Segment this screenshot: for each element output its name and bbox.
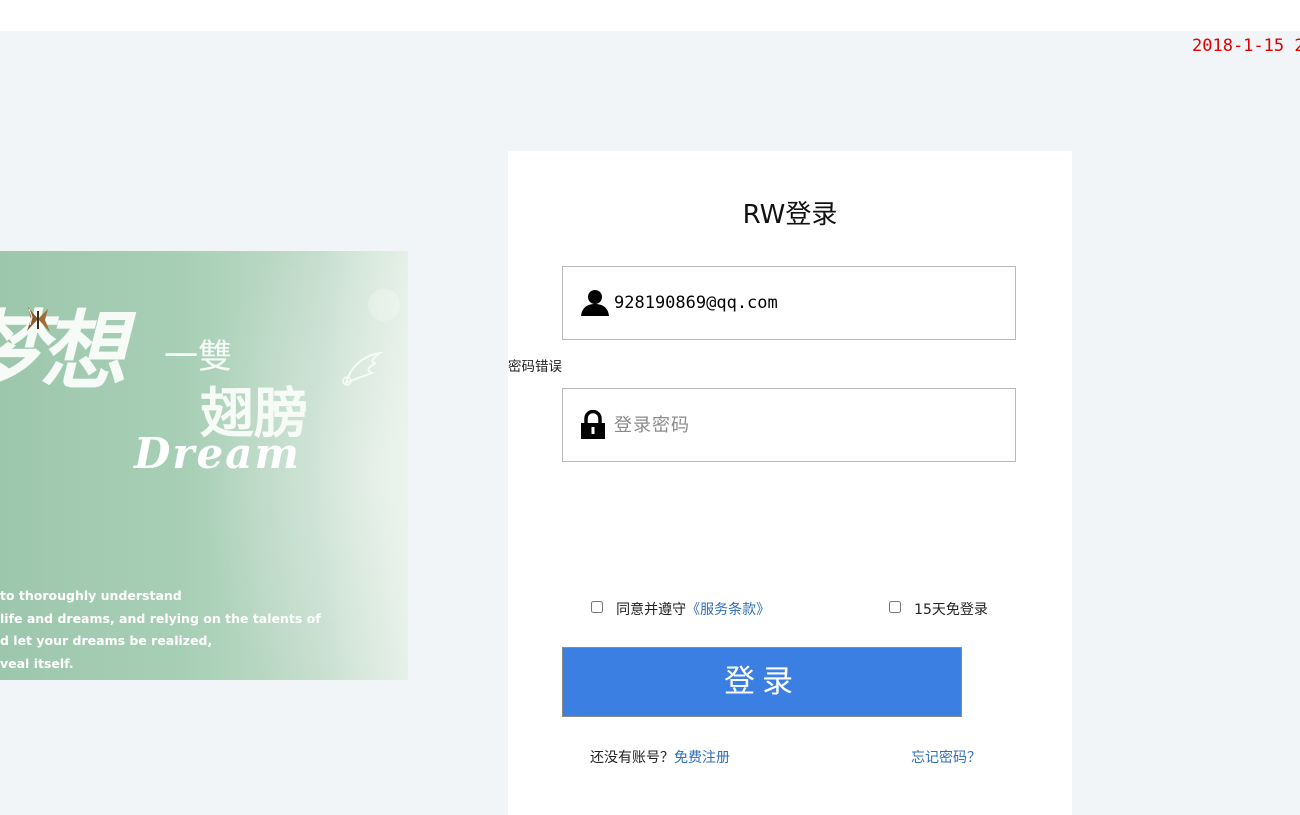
remember-me-label: 15天免登录 [914, 602, 988, 618]
password-input[interactable] [614, 389, 994, 461]
agree-terms-checkbox[interactable] [591, 600, 603, 613]
banner-bokeh [368, 289, 400, 321]
email-input[interactable] [614, 267, 994, 339]
terms-of-service-link[interactable]: 《服务条款》 [686, 602, 770, 618]
banner-english-line: life and dreams, and relying on the tale… [0, 610, 321, 626]
agree-terms-label: 同意并遵守 [616, 602, 687, 618]
banner-calligraphy-dream: 梦想 [0, 301, 126, 402]
datetime-display: 2018-1-15 2 [1192, 36, 1300, 56]
remember-me-row: 15天免登录 [889, 599, 988, 619]
banner-english-text: to thoroughly understand life and dreams… [0, 585, 321, 675]
banner-english-line: veal itself. [0, 655, 74, 671]
banner-english-line: to thoroughly understand [0, 588, 182, 603]
no-account-text: 还没有账号？ [590, 750, 674, 766]
user-icon [581, 290, 609, 316]
banner-english-line: d let your dreams be realized, [0, 633, 213, 648]
register-link[interactable]: 免费注册 [674, 750, 730, 766]
banner-dream-word: Dream [134, 429, 301, 478]
lock-icon [581, 410, 605, 439]
butterfly-icon [27, 307, 50, 332]
password-field-box[interactable] [562, 388, 1016, 462]
login-card: RW登录 密码错误 同意并遵守《服务条款》 15天免登录 登录 还没有账号？免费… [508, 151, 1072, 815]
login-title: RW登录 [742, 200, 838, 230]
agree-terms-row: 同意并遵守《服务条款》 [591, 599, 770, 619]
dream-banner-image: 梦想 一雙 翅膀 Dream to thoroughly understand … [0, 251, 408, 680]
remember-me-checkbox[interactable] [889, 600, 901, 613]
password-error-message: 密码错误 [508, 359, 562, 375]
register-prompt: 还没有账号？免费注册 [590, 747, 730, 767]
login-button[interactable]: 登录 [562, 647, 962, 717]
email-field-box[interactable] [562, 266, 1016, 340]
wing-icon [342, 351, 384, 386]
forgot-password-link[interactable]: 忘记密码？ [911, 747, 981, 767]
